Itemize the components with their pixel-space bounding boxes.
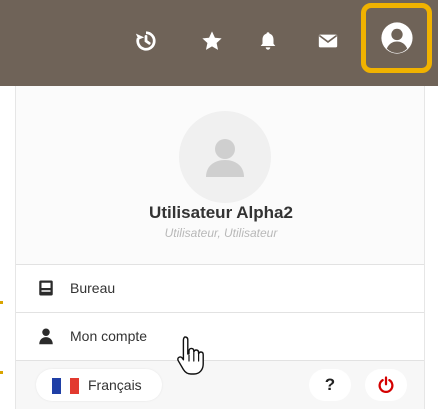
menu-item-mon-compte[interactable]: Mon compte — [16, 312, 424, 360]
star-icon[interactable] — [199, 28, 225, 54]
help-button[interactable]: ? — [309, 369, 351, 401]
language-selector[interactable]: Français — [36, 369, 162, 401]
france-flag-icon — [52, 378, 79, 394]
logout-button[interactable] — [365, 369, 407, 401]
history-icon[interactable] — [133, 28, 159, 54]
profile-menu-button[interactable] — [361, 3, 432, 73]
hand-cursor-icon — [177, 336, 204, 375]
bell-icon[interactable] — [255, 28, 281, 54]
panel-footer: Français ? — [16, 360, 424, 409]
user-roles: Utilisateur, Utilisateur — [164, 226, 278, 240]
gutter-marker — [0, 301, 3, 304]
top-bar — [0, 0, 438, 86]
user-icon — [37, 327, 55, 345]
avatar — [179, 111, 271, 203]
language-label: Français — [88, 377, 142, 393]
menu-item-bureau[interactable]: Bureau — [16, 264, 424, 312]
avatar-silhouette-icon — [206, 139, 244, 177]
gutter-marker — [0, 371, 3, 374]
user-name: Utilisateur Alpha2 — [149, 203, 293, 222]
desktop-icon — [37, 279, 55, 297]
user-dropdown-panel: Utilisateur Alpha2 Utilisateur, Utilisat… — [15, 86, 425, 409]
left-gutter — [0, 86, 15, 409]
menu-item-label: Mon compte — [70, 328, 148, 344]
power-icon — [378, 376, 394, 394]
mail-icon[interactable] — [315, 28, 341, 54]
user-circle-icon — [380, 22, 413, 54]
menu-item-label: Bureau — [70, 280, 116, 296]
